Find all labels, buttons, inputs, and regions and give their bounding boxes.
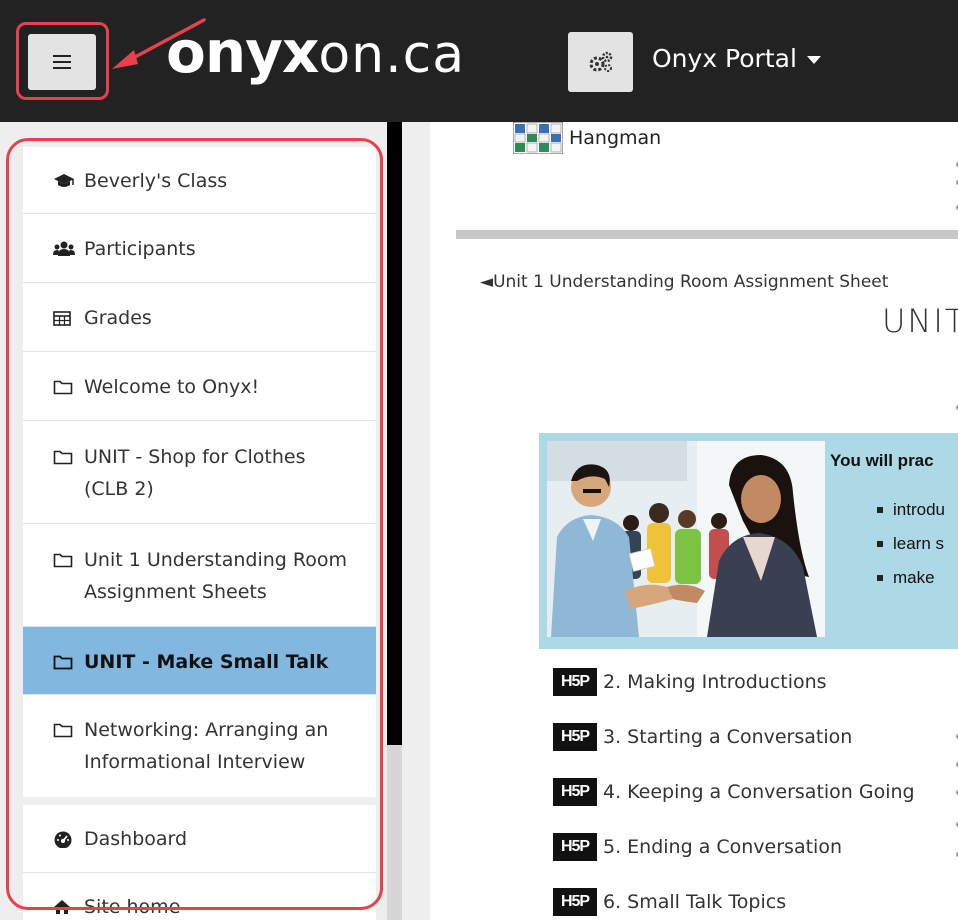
top-navbar: onyx on.ca Onyx Portal [0,0,958,122]
logo-bold-text: onyx [166,18,319,86]
logo-light-text: on.ca [318,25,466,85]
sidebar-scrollbar-track[interactable] [387,745,402,920]
sidebar-item-label: Beverly's Class [84,170,228,192]
sidebar-item-room-assignment[interactable]: Unit 1 Understanding Room Assignment She… [23,524,376,627]
sidebar-item-grades[interactable]: Grades [23,283,376,352]
folder-icon [53,544,75,576]
folder-icon [53,371,75,403]
sidebar-item-welcome[interactable]: Welcome to Onyx! [23,352,376,421]
activity-making-introductions[interactable]: H5P 2. Making Introductions [553,654,915,709]
activity-keeping-conversation-going[interactable]: H5P 4. Keeping a Conversation Going [553,764,915,819]
h5p-icon: H5P [553,667,597,696]
list-item: make [877,561,945,595]
activity-label: 3. Starting a Conversation [603,725,853,748]
list-item: introdu [877,493,945,527]
table-icon [53,302,75,334]
gears-icon [589,51,612,72]
home-icon [53,891,75,920]
sidebar-item-networking[interactable]: Networking: Arranging an Informational I… [23,695,376,797]
caret-down-icon [806,55,821,64]
activity-list: H5P 2. Making Introductions H5P 3. Start… [553,654,915,920]
h5p-icon: H5P [553,887,597,916]
sidebar-item-participants[interactable]: Participants [23,214,376,283]
sidebar-item-label: UNIT - Make Small Talk [84,651,329,673]
dashboard-icon [53,823,75,855]
sidebar-item-label: Site home [84,896,181,918]
course-content: Hangman ◄Unit 1 Understanding Room Assig… [430,122,958,920]
sidebar-item-label: Unit 1 Understanding Room Assignment She… [84,549,347,603]
sidebar-item-label: Dashboard [84,828,188,850]
activity-ending-conversation[interactable]: H5P 5. Ending a Conversation [553,819,915,874]
users-icon [53,233,75,265]
sidebar-nav: Beverly's Class Participants Grades Welc… [23,147,376,920]
sidebar-item-dashboard[interactable]: Dashboard [23,805,376,873]
site-logo[interactable]: onyx on.ca [166,18,465,96]
sidebar-item-label: Networking: Arranging an Informational I… [84,719,329,773]
graduation-cap-icon [53,165,75,197]
activity-label: 6. Small Talk Topics [603,890,787,913]
folder-icon [53,441,75,473]
onyx-portal-dropdown[interactable]: Onyx Portal [652,44,821,73]
activity-label: 5. Ending a Conversation [603,835,842,858]
sidebar-item-label: UNIT - Shop for Clothes (CLB 2) [84,446,306,500]
portal-label: Onyx Portal [652,44,797,73]
sidebar-group-divider [23,797,376,805]
sidebar-item-label: Participants [84,238,196,260]
activity-small-talk-topics[interactable]: H5P 6. Small Talk Topics [553,874,915,920]
sidebar-scrollbar-thumb[interactable] [387,122,402,745]
portal-gears-button[interactable] [568,32,633,92]
folder-icon [53,646,75,678]
sidebar-item-make-small-talk[interactable]: UNIT - Make Small Talk [23,627,376,695]
folder-icon [53,714,75,746]
menu-button-highlight [16,22,109,100]
section-title: UNIT [882,302,958,340]
activity-label: 2. Making Introductions [603,670,827,693]
section-divider [456,230,958,239]
intro-bullet-list: introdu learn s make [877,493,945,595]
sidebar-item-shop-for-clothes[interactable]: UNIT - Shop for Clothes (CLB 2) [23,421,376,524]
h5p-icon: H5P [553,832,597,861]
sidebar-item-label: Grades [84,307,152,329]
h5p-icon: H5P [553,722,597,751]
hangman-activity-link[interactable]: Hangman [513,122,661,154]
sidebar-item-site-home[interactable]: Site home [23,873,376,920]
site-nav-group: Dashboard Site home [23,805,376,920]
sidebar-item-label: Welcome to Onyx! [84,376,260,398]
hangman-label: Hangman [569,127,662,149]
course-nav-group: Beverly's Class Participants Grades Welc… [23,147,376,797]
activity-label: 4. Keeping a Conversation Going [603,780,915,803]
intro-heading: You will prac [830,451,934,470]
handshake-people-image [547,441,825,637]
sidebar-item-beverlys-class[interactable]: Beverly's Class [23,147,376,214]
previous-section-link[interactable]: ◄Unit 1 Understanding Room Assignment Sh… [480,272,888,292]
hangman-grid-icon [513,122,563,154]
activity-starting-conversation[interactable]: H5P 3. Starting a Conversation [553,709,915,764]
h5p-icon: H5P [553,777,597,806]
list-item: learn s [877,527,945,561]
section-intro-panel: You will prac introdu learn s make [539,433,958,649]
